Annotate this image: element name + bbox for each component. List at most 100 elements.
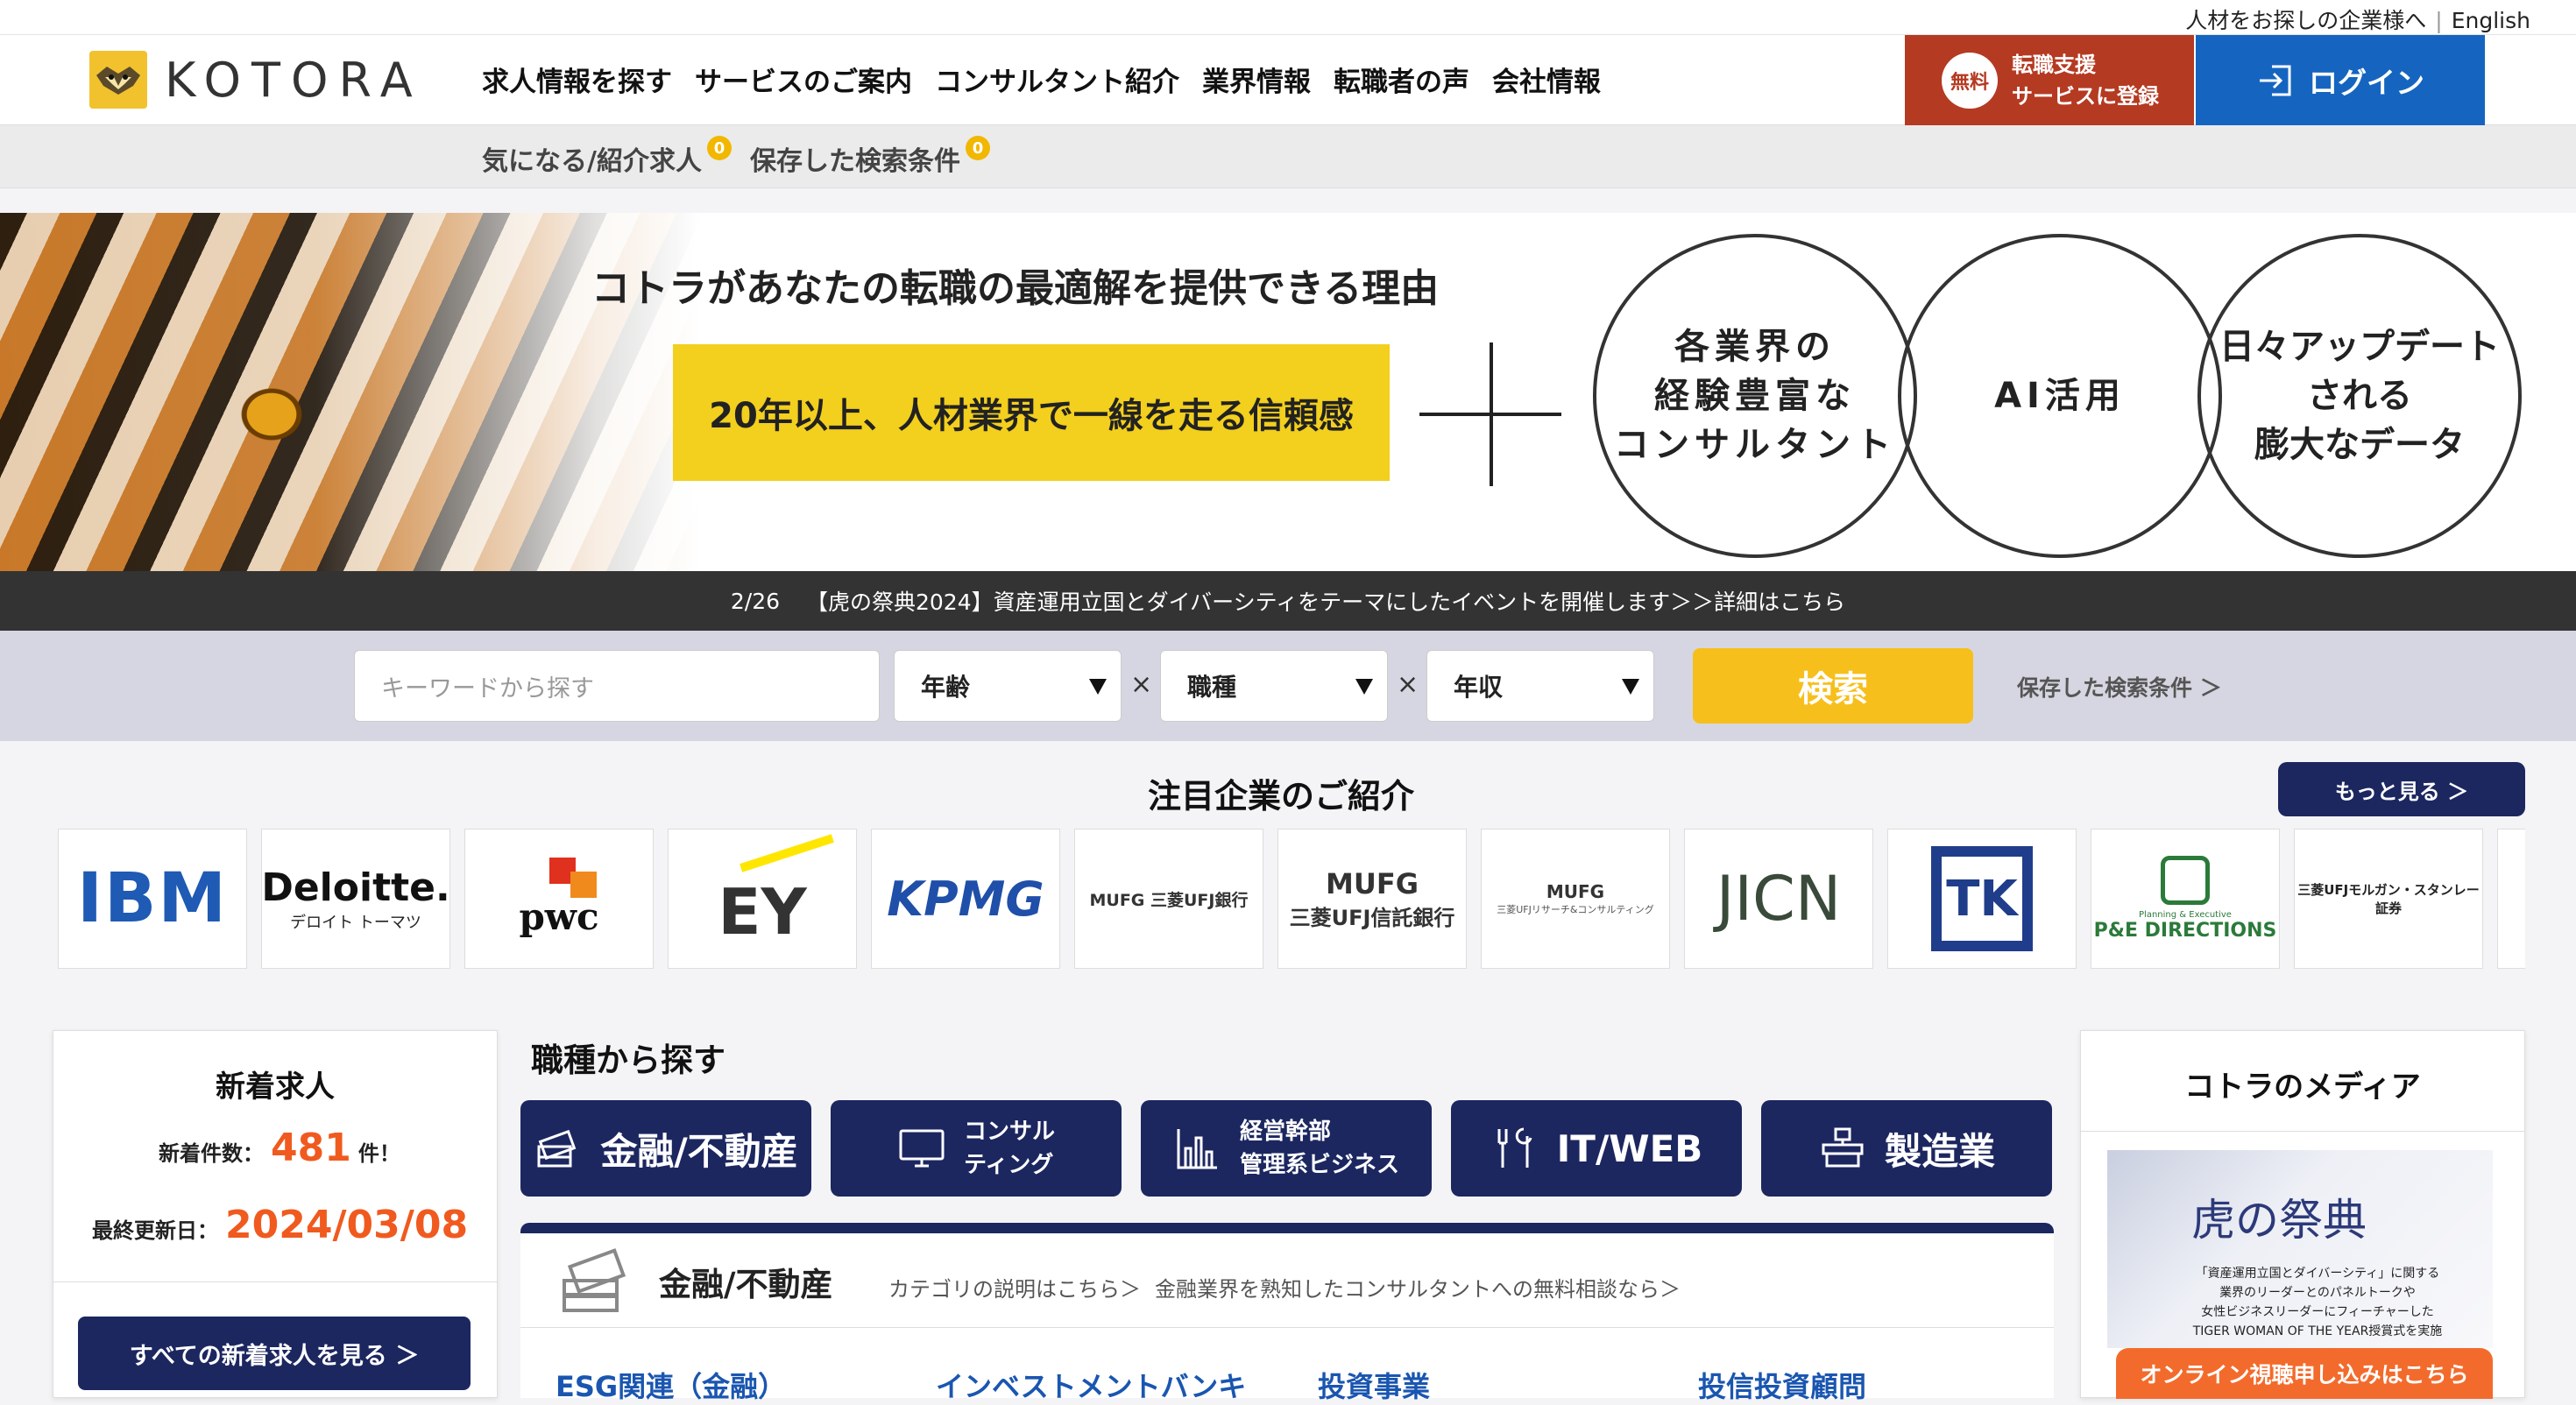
last-updated-label: 最終更新日：	[92, 1218, 218, 1243]
nav-industry-info[interactable]: 業界情報	[1202, 60, 1311, 99]
saved-search-label: 保存した検索条件	[750, 146, 960, 177]
money-stack-icon	[537, 1129, 577, 1168]
new-jobs-title: 新着求人	[216, 1070, 335, 1105]
festival-description: 「資産運用立国とダイバーシティ」に関する 業界のリーダーとのパネルトークや 女性…	[2160, 1264, 2475, 1341]
english-link[interactable]: English	[2452, 8, 2530, 33]
subcategory-investment-banking[interactable]: インベストメントバンキ	[936, 1365, 1246, 1405]
category-description-link[interactable]: カテゴリの説明はこちら＞	[888, 1272, 1141, 1303]
salary-select-label: 年収	[1454, 673, 1504, 702]
media-panel: コトラのメディア 虎の祭典 「資産運用立国とダイバーシティ」に関する 業界のリー…	[2080, 1030, 2525, 1399]
job-type-select[interactable]: 職種	[1160, 650, 1388, 722]
consulting-line1: コンサル	[963, 1119, 1055, 1145]
news-text: 【虎の祭典2024】資産運用立国とダイバーシティをテーマにしたイベントを開催しま…	[806, 590, 1846, 615]
conveyor-icon	[1822, 1127, 1864, 1168]
company-logo-jicn[interactable]: JICN	[1684, 829, 1873, 969]
sub-bar: 気になる/紹介求人 0 保存した検索条件 0	[0, 125, 2576, 188]
age-select-label: 年齢	[921, 673, 971, 702]
category-executive-label: 経営幹部 管理系ビジネス	[1240, 1115, 1399, 1182]
company-logo-morgan-stanley[interactable]: 三菱UFJモルガン・スタンレー証券	[2294, 829, 2483, 969]
festival-line3: 女性ビジネスリーダーにフィーチャーした	[2201, 1305, 2434, 1319]
online-viewing-button[interactable]: オンライン視聴申し込みはこちら	[2116, 1348, 2493, 1399]
company-logo-mufg-bank[interactable]: MUFG 三菱UFJ銀行	[1074, 829, 1263, 969]
favorite-jobs-link[interactable]: 気になる/紹介求人 0	[482, 136, 732, 178]
saved-search-link[interactable]: 保存した検索条件 0	[750, 136, 990, 178]
category-it-web[interactable]: IT/WEB	[1451, 1100, 1742, 1197]
bar-chart-icon	[1177, 1129, 1217, 1169]
category-detail-name: 金融/不動産	[659, 1266, 833, 1303]
company-logo-partial[interactable]	[2497, 829, 2525, 969]
login-label: ログイン	[2309, 65, 2424, 100]
company-logo-pe-directions[interactable]: Planning & Executive P&E DIRECTIONS	[2091, 829, 2280, 969]
news-ticker[interactable]: 2/26 【虎の祭典2024】資産運用立国とダイバーシティをテーマにしたイベント…	[0, 571, 2576, 631]
age-select[interactable]: 年齢	[894, 650, 1122, 722]
register-button[interactable]: 無料 転職支援 サービスに登録	[1905, 35, 2194, 125]
subcategory-asset-management[interactable]: 投信投資顧問	[1698, 1365, 1866, 1405]
see-more-button[interactable]: もっと見る ＞	[2278, 762, 2525, 816]
main-nav: 求人情報を探す サービスのご案内 コンサルタント紹介 業界情報 転職者の声 会社…	[482, 60, 1601, 99]
favorite-count-badge: 0	[706, 136, 732, 160]
hero-highlight: 20年以上、人材業界で一線を走る信頼感	[673, 344, 1390, 481]
job-type-select-label: 職種	[1187, 673, 1237, 702]
logo-mufg-research-text: MUFG	[1546, 881, 1605, 902]
chevron-down-icon	[1089, 679, 1107, 695]
logo-mufg-bank-text: MUFG 三菱UFJ銀行	[1089, 890, 1249, 910]
chevron-down-icon	[1622, 679, 1639, 695]
nav-consultants[interactable]: コンサルタント紹介	[935, 60, 1179, 99]
company-logo-pwc[interactable]: pwc	[464, 829, 654, 969]
hero-circle-data: 日々アップデート される 膨大なデータ	[2197, 234, 2522, 558]
company-logo-ey[interactable]: EY	[668, 829, 857, 969]
saved-search-conditions-link[interactable]: 保存した検索条件 ＞	[2017, 671, 2222, 702]
logo-ey-text: EY	[718, 875, 807, 949]
nav-testimonials[interactable]: 転職者の声	[1334, 60, 1469, 99]
pwc-mark-icon-2	[570, 872, 597, 898]
circle1-line1: 各業界の	[1674, 327, 1836, 367]
nav-company-info[interactable]: 会社情報	[1492, 60, 1601, 99]
circle1-line2: 経験豊富な	[1654, 376, 1856, 416]
tiger-festival-banner[interactable]: 虎の祭典 「資産運用立国とダイバーシティ」に関する 業界のリーダーとのパネルトー…	[2107, 1150, 2493, 1348]
free-consultation-link[interactable]: 金融業界を熟知したコンサルタントへの無料相談なら＞	[1155, 1272, 1681, 1303]
hero-banner[interactable]: コトラがあなたの転職の最適解を提供できる理由 20年以上、人材業界で一線を走る信…	[0, 213, 2576, 571]
favorite-jobs-label: 気になる/紹介求人	[482, 146, 702, 177]
nav-job-search[interactable]: 求人情報を探す	[482, 60, 672, 99]
all-new-jobs-button[interactable]: すべての新着求人を見る ＞	[78, 1317, 471, 1390]
circle2-line1: AI活用	[1994, 376, 2126, 416]
keyword-input[interactable]: キーワードから探す	[354, 650, 880, 722]
ey-beam-icon	[740, 834, 834, 872]
logo-deloitte-text: Deloitte.	[261, 865, 450, 910]
subcategory-investment-business[interactable]: 投資事業	[1318, 1365, 1430, 1405]
company-logo-tk[interactable]: TK	[1887, 829, 2077, 969]
logo-mufg-trust-text: MUFG	[1326, 866, 1419, 900]
search-button[interactable]: 検索	[1693, 648, 1973, 724]
tools-icon	[1497, 1127, 1532, 1168]
company-logo-deloitte[interactable]: Deloitte. デロイト トーマツ	[261, 829, 450, 969]
category-it-label: IT/WEB	[1556, 1126, 1703, 1170]
last-updated-value: 2024/03/08	[225, 1203, 469, 1247]
logo-deloitte-sub: デロイト トーマツ	[290, 913, 421, 932]
brand-name: KOTORA	[165, 52, 423, 108]
register-line1: 転職支援	[2012, 52, 2096, 77]
search-bar: キーワードから探す 年齢 × 職種 × 年収 検索 保存した検索条件 ＞	[0, 631, 2576, 741]
company-logo-mufg-research[interactable]: MUFG 三菱UFJリサーチ&コンサルティング	[1481, 829, 1670, 969]
nav-services[interactable]: サービスのご案内	[695, 60, 912, 99]
subcategory-esg[interactable]: ESG関連（金融）	[556, 1365, 786, 1405]
category-finance-realestate[interactable]: 金融/不動産	[520, 1100, 811, 1197]
executive-line1: 経営幹部	[1239, 1119, 1331, 1145]
company-logo-mufg-trust[interactable]: MUFG 三菱UFJ信託銀行	[1277, 829, 1467, 969]
salary-select[interactable]: 年収	[1426, 650, 1654, 722]
category-consulting[interactable]: コンサル ティング	[831, 1100, 1122, 1197]
login-icon	[2260, 65, 2291, 95]
media-title: コトラのメディア	[2184, 1070, 2421, 1105]
pe-mark-icon	[2161, 856, 2210, 905]
new-jobs-panel: 新着求人 新着件数： 481 件！ 最終更新日： 2024/03/08 すべての新着求…	[53, 1030, 498, 1398]
find-talent-link[interactable]: 人材をお探しの企業様へ	[2185, 8, 2426, 33]
category-executive-management[interactable]: 経営幹部 管理系ビジネス	[1141, 1100, 1432, 1197]
last-updated: 最終更新日： 2024/03/08	[92, 1203, 468, 1247]
login-button[interactable]: ログイン	[2196, 35, 2485, 125]
company-logo-ibm[interactable]: IBM	[58, 829, 247, 969]
category-manufacturing[interactable]: 製造業	[1761, 1100, 2052, 1197]
utility-bar: 人材をお探しの企業様へ | English	[0, 0, 2576, 35]
site-logo[interactable]: KOTORA	[89, 51, 423, 109]
company-logo-kpmg[interactable]: KPMG	[871, 829, 1060, 969]
logo-pe-sub: Planning & Executive	[2139, 910, 2232, 920]
consulting-line2: ティング	[963, 1152, 1054, 1178]
